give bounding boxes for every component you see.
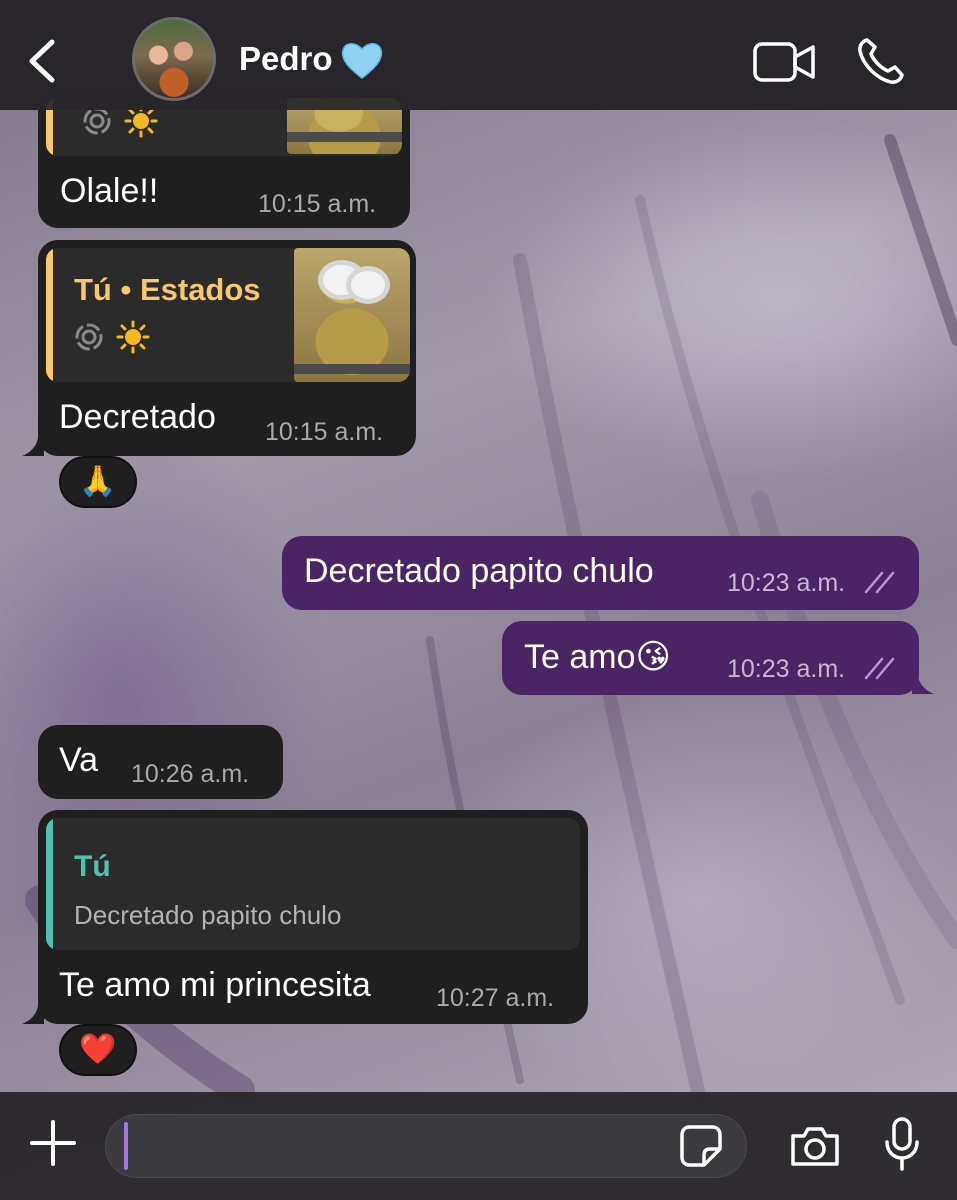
status-ring-icon bbox=[75, 323, 103, 351]
quote-accent-bar bbox=[46, 818, 53, 950]
message-text: Te amo😘 bbox=[524, 638, 671, 676]
reply-quote[interactable]: Tú Decretado papito chulo bbox=[46, 818, 580, 950]
message-bubble-incoming[interactable]: Va 10:26 a.m. bbox=[38, 725, 283, 799]
back-chevron-icon[interactable] bbox=[24, 36, 64, 86]
read-receipt-icon bbox=[864, 657, 895, 680]
reaction-pill[interactable]: ❤️ bbox=[59, 1024, 137, 1076]
message-time: 10:23 a.m. bbox=[727, 569, 846, 597]
read-receipt-icon bbox=[864, 571, 895, 594]
status-ring-icon bbox=[83, 107, 111, 135]
video-call-icon[interactable] bbox=[752, 40, 816, 84]
message-time: 10:15 a.m. bbox=[258, 190, 377, 218]
message-bubble-incoming[interactable]: Tú • Estados Decretado 10:15 a.m. bbox=[38, 240, 416, 456]
message-text: Te amo mi princesita bbox=[59, 966, 371, 1004]
blue-heart-icon bbox=[341, 43, 383, 79]
status-quote[interactable]: Tú • Estados bbox=[46, 248, 410, 382]
message-time: 10:27 a.m. bbox=[436, 984, 555, 1012]
message-bubble-outgoing[interactable]: Decretado papito chulo 10:23 a.m. bbox=[282, 536, 919, 610]
message-text: Va bbox=[59, 741, 99, 779]
quote-text: Decretado papito chulo bbox=[74, 900, 342, 930]
reaction-pill[interactable]: 🙏 bbox=[59, 456, 137, 508]
message-text: Olale!! bbox=[60, 172, 159, 210]
status-thumbnail bbox=[294, 248, 410, 382]
contact-avatar[interactable] bbox=[132, 17, 216, 101]
sticker-icon[interactable] bbox=[680, 1125, 722, 1167]
message-bubble-outgoing[interactable]: Te amo😘 10:23 a.m. bbox=[502, 621, 919, 695]
phone-call-icon[interactable] bbox=[856, 36, 906, 86]
plus-icon[interactable] bbox=[30, 1120, 76, 1166]
contact-name[interactable]: Pedro bbox=[239, 40, 333, 78]
quote-accent-bar bbox=[46, 248, 53, 382]
message-bubble-incoming[interactable]: Olale!! 10:15 a.m. bbox=[38, 90, 410, 228]
microphone-icon[interactable] bbox=[882, 1116, 922, 1172]
message-bubble-incoming[interactable]: Tú Decretado papito chulo Te amo mi prin… bbox=[38, 810, 588, 1024]
message-time: 10:26 a.m. bbox=[131, 760, 250, 788]
camera-icon[interactable] bbox=[789, 1124, 841, 1168]
text-caret bbox=[124, 1122, 128, 1170]
message-time: 10:23 a.m. bbox=[727, 655, 846, 683]
message-text: Decretado bbox=[59, 398, 216, 436]
quote-title: Tú bbox=[74, 850, 111, 883]
message-text: Decretado papito chulo bbox=[304, 552, 654, 590]
message-time: 10:15 a.m. bbox=[265, 418, 384, 446]
message-input[interactable] bbox=[105, 1114, 747, 1178]
sun-icon bbox=[116, 320, 150, 354]
quote-title: Tú • Estados bbox=[74, 272, 261, 307]
